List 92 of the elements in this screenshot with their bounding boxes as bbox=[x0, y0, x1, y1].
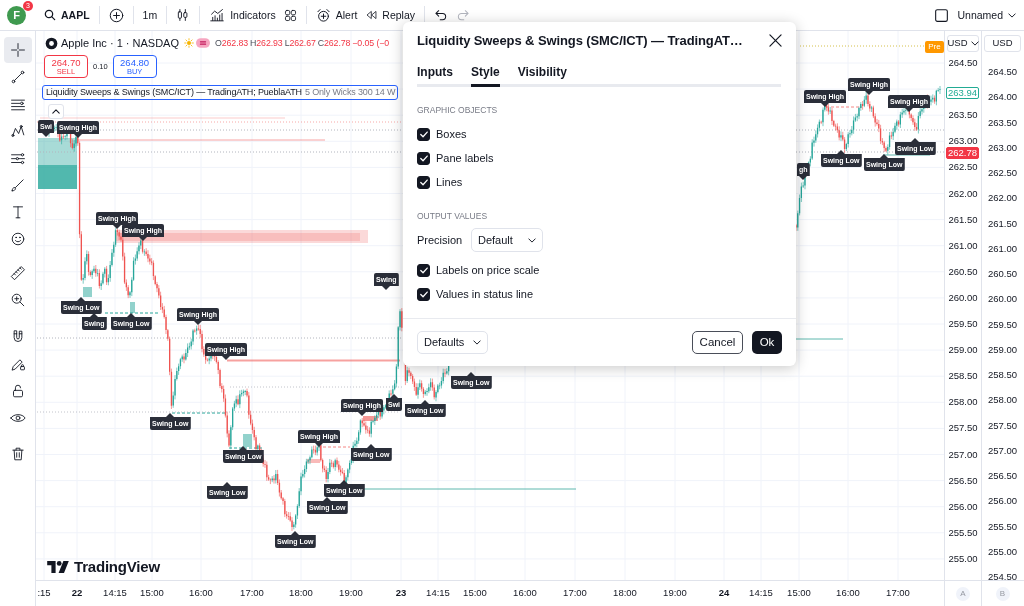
time-tick: 18:00 bbox=[289, 588, 313, 598]
price-tick: 255.50 bbox=[987, 521, 1018, 532]
logo-mark-icon bbox=[47, 560, 69, 573]
price-tick: 256.50 bbox=[987, 471, 1018, 481]
symbol-search-button[interactable]: AAPL bbox=[40, 3, 94, 27]
redo-icon bbox=[456, 8, 470, 22]
price-tick: 254.50 bbox=[987, 572, 1018, 582]
time-tick: 24 bbox=[718, 588, 730, 598]
price-tick: 255.50 bbox=[948, 528, 978, 538]
price-tick: 258.00 bbox=[948, 397, 978, 408]
price-tick: 261.00 bbox=[948, 240, 978, 251]
price-tick: 259.50 bbox=[987, 319, 1018, 330]
crosshair-tool-button[interactable] bbox=[3, 37, 32, 63]
time-tick: 18:00 bbox=[613, 588, 637, 598]
price-tick: 259.50 bbox=[948, 319, 978, 329]
rewind-icon bbox=[365, 9, 378, 21]
price-tick: 259.00 bbox=[987, 345, 1018, 355]
caret-icon bbox=[970, 41, 979, 46]
price-tick: 261.50 bbox=[987, 218, 1018, 229]
time-tick: 14:15 bbox=[103, 588, 127, 598]
price-tick: 260.00 bbox=[987, 294, 1018, 304]
price-tick: 260.00 bbox=[948, 293, 978, 303]
plus-circle-icon bbox=[108, 7, 124, 23]
close-icon bbox=[769, 33, 782, 47]
price-tag: 262.78 bbox=[946, 147, 979, 159]
price-tick: 263.50 bbox=[987, 117, 1018, 128]
chart-icon bbox=[209, 8, 226, 22]
currency-button[interactable]: USD bbox=[984, 35, 1021, 52]
price-tick: 263.00 bbox=[948, 136, 978, 147]
time-tick: 14:15 bbox=[426, 588, 450, 598]
price-tick: 263.00 bbox=[987, 143, 1018, 153]
price-tick: 257.00 bbox=[987, 446, 1018, 456]
currency-button[interactable]: USD bbox=[947, 35, 979, 52]
layout-name-button[interactable]: Unnamed bbox=[953, 3, 1020, 27]
grid-icon bbox=[283, 8, 297, 22]
price-tick: 256.00 bbox=[948, 501, 978, 512]
zigzag-pattern-icon bbox=[8, 122, 27, 140]
price-tick: 261.00 bbox=[987, 244, 1018, 254]
price-tick: 264.50 bbox=[948, 58, 978, 68]
time-tick: 23 bbox=[395, 588, 407, 598]
price-tick: 256.50 bbox=[948, 475, 978, 486]
square-icon bbox=[934, 7, 950, 23]
brand-name: TradingView bbox=[74, 559, 160, 574]
price-tick: 262.50 bbox=[987, 168, 1018, 178]
time-tick: 17:00 bbox=[886, 588, 910, 598]
time-tick: 15:00 bbox=[787, 588, 811, 598]
price-tick: 257.00 bbox=[948, 449, 978, 460]
price-tick: 258.50 bbox=[987, 370, 1018, 380]
time-tick: 14:15 bbox=[749, 588, 773, 598]
price-tick: 261.50 bbox=[948, 214, 978, 225]
alert-button[interactable]: Alert bbox=[311, 3, 362, 27]
price-tick: 260.50 bbox=[987, 269, 1018, 279]
time-tick: 15:00 bbox=[140, 588, 164, 598]
candlestick-icon bbox=[176, 8, 191, 22]
price-tick: 262.50 bbox=[948, 162, 978, 173]
time-tick: 17:00 bbox=[240, 588, 264, 598]
dialog-title: Liquidity Sweeps & Swings (SMC/ICT) — TradingAT… bbox=[417, 33, 743, 47]
price-tick: 260.50 bbox=[948, 267, 978, 277]
time-tick: 15:00 bbox=[463, 588, 487, 598]
price-tick: 256.00 bbox=[987, 496, 1018, 506]
price-tick: 262.00 bbox=[948, 188, 978, 199]
price-tick: 257.50 bbox=[948, 423, 978, 434]
time-tick: 16:00 bbox=[189, 588, 213, 598]
price-tick: 262.00 bbox=[987, 193, 1018, 203]
price-tick: 264.00 bbox=[987, 92, 1018, 102]
price-tick: 257.50 bbox=[987, 420, 1018, 431]
price-tick: 255.00 bbox=[948, 554, 978, 564]
time-tick: 22 bbox=[71, 588, 83, 598]
interval-button[interactable]: 1m bbox=[138, 3, 162, 27]
price-tag: 263.94 bbox=[946, 86, 979, 99]
search-icon bbox=[44, 9, 56, 21]
undo-icon bbox=[434, 8, 448, 22]
price-tick: 259.00 bbox=[948, 345, 978, 355]
time-tick: 19:00 bbox=[339, 588, 363, 598]
time-tick: 16:00 bbox=[836, 588, 860, 598]
close-button[interactable] bbox=[769, 33, 782, 47]
price-tick: 258.00 bbox=[987, 395, 1018, 405]
ruler-icon bbox=[8, 264, 27, 282]
alarm-clock-icon bbox=[315, 7, 331, 23]
time-tick: 16:00 bbox=[513, 588, 537, 598]
crosshair-icon bbox=[8, 41, 27, 59]
replay-button[interactable]: Replay bbox=[361, 3, 419, 27]
price-tick: 263.50 bbox=[948, 110, 978, 120]
time-tick: 17:00 bbox=[563, 588, 587, 598]
user-avatar[interactable]: F bbox=[7, 5, 26, 25]
caret-icon bbox=[1008, 12, 1016, 18]
price-tick: 255.00 bbox=[987, 547, 1018, 557]
price-tick: 258.50 bbox=[948, 371, 978, 381]
time-tick: :15 bbox=[37, 588, 51, 598]
price-tick: 264.50 bbox=[987, 67, 1018, 77]
indicators-button[interactable]: Indicators bbox=[205, 3, 280, 27]
time-tick: 19:00 bbox=[663, 588, 687, 598]
